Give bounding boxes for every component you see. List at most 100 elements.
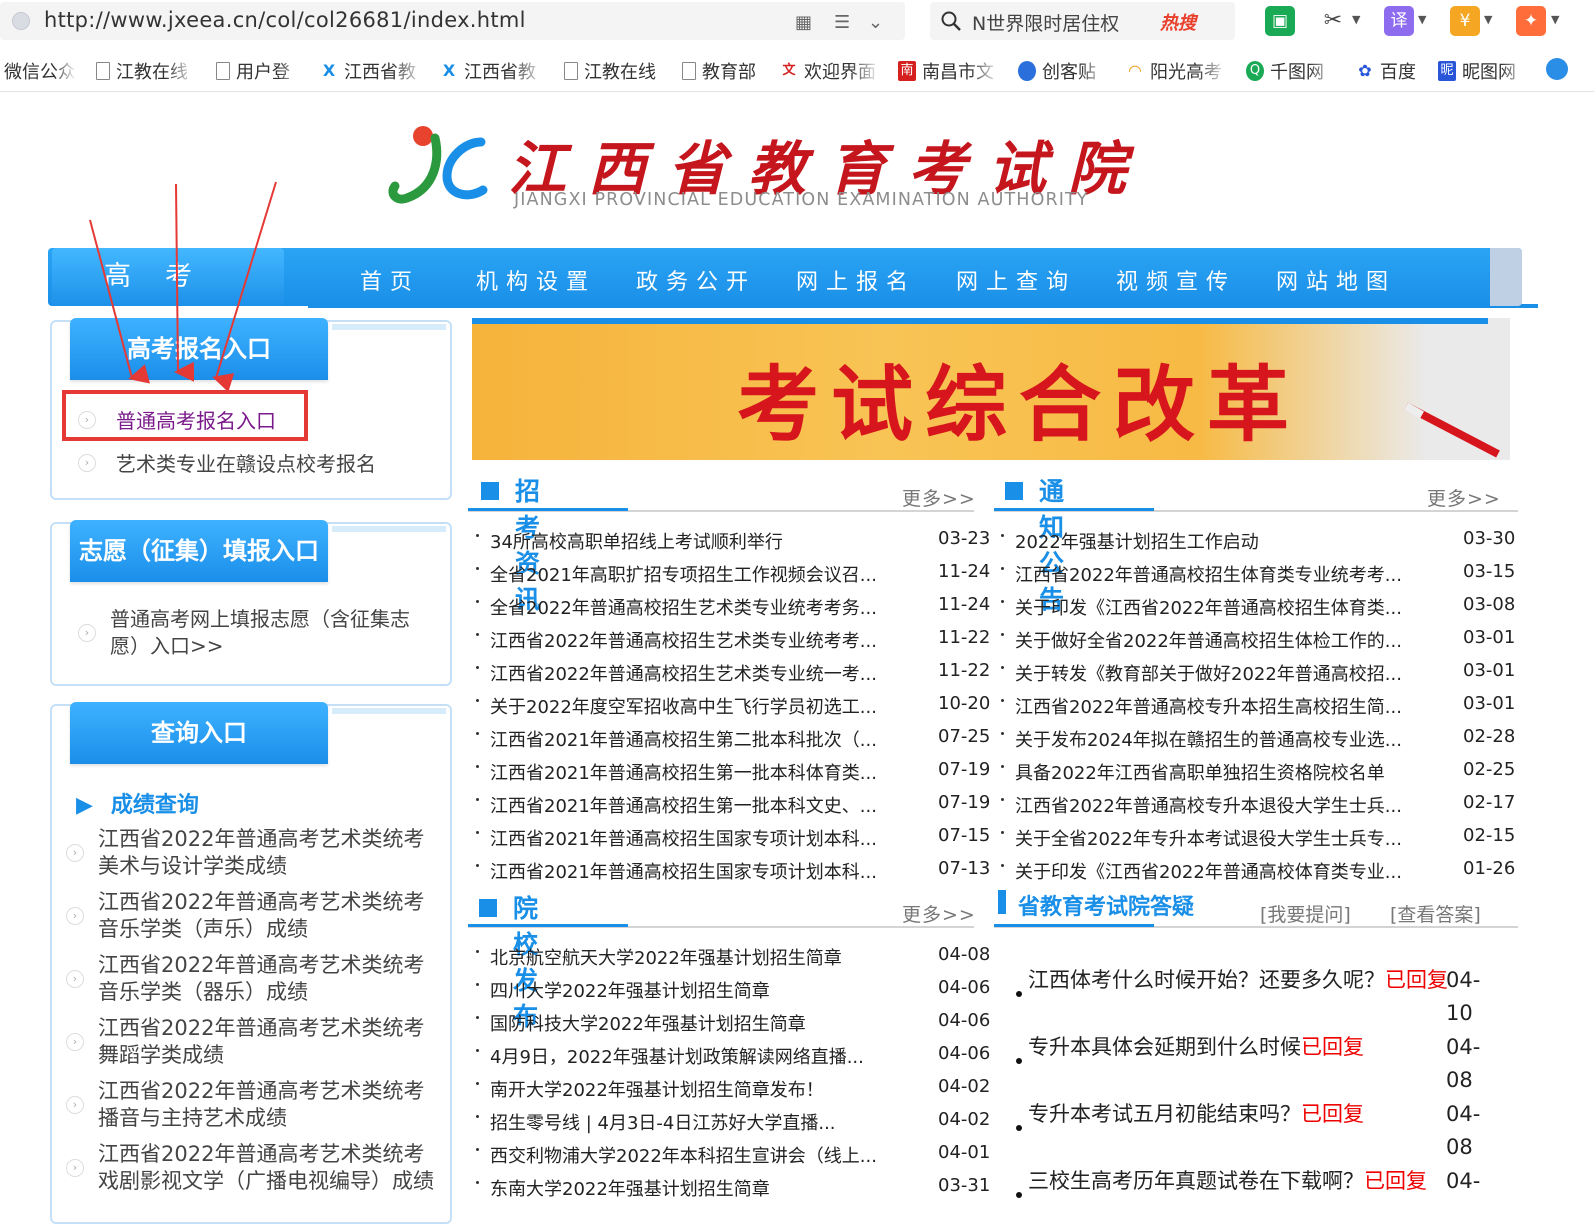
baidu-paw-icon: ✿	[1358, 61, 1372, 80]
bookmark-item[interactable]: ✿ 百度	[1356, 58, 1416, 84]
qa-question-text[interactable]: 江西体考什么时候开始？还要多久呢？	[1028, 968, 1385, 992]
score-query-label[interactable]: 江西省2022年普通高考艺术类统考舞蹈学类成绩	[98, 1015, 442, 1069]
score-query-label[interactable]: 江西省2022年普通高考艺术类统考播音与主持艺术成绩	[98, 1078, 442, 1132]
bookmark-item[interactable]: 江教在线	[564, 58, 656, 84]
reader-extension-icon[interactable]: ▣	[1265, 6, 1295, 36]
volunteer-link[interactable]: › 普通高考网上填报志愿（含征集志愿）入口>>	[78, 606, 430, 660]
chevron-down-icon[interactable]: ⌄	[868, 12, 883, 33]
hot-search-label[interactable]: 热搜	[1160, 9, 1196, 35]
qa-question[interactable]: 专升本考试五月初能结束吗？已回复	[1028, 1098, 1448, 1131]
news-title[interactable]: 招生零号线 | 4月3日-4日江苏好大学直播...	[490, 1109, 836, 1135]
news-title[interactable]: 关于印发《江西省2022年普通高校招生体育类...	[1015, 594, 1402, 620]
news-title[interactable]: 全省2021年高职扩招专项招生工作视频会议召...	[490, 561, 877, 587]
translate-icon[interactable]: 译	[1384, 6, 1414, 36]
nav-sitemap[interactable]: 网站地图	[1276, 264, 1396, 296]
news-title[interactable]: 江西省2021年普通高校招生第二批本科批次（...	[490, 726, 877, 752]
qa-question-text[interactable]: 专升本考试五月初能结束吗？	[1028, 1102, 1301, 1126]
news-title[interactable]: 江西省2021年普通高校招生国家专项计划本科...	[490, 858, 877, 884]
game-controller-icon[interactable]: ✦	[1516, 6, 1546, 36]
view-answer-link[interactable]: [查看答案]	[1390, 900, 1481, 927]
score-query-label[interactable]: 江西省2022年普通高考艺术类统考戏剧影视文学（广播电视编导）成绩	[98, 1141, 442, 1195]
site-info-icon[interactable]	[12, 12, 30, 30]
news-title[interactable]: 关于2022年度空军招收高中生飞行学员初选工...	[490, 693, 877, 719]
news-title[interactable]: 西交利物浦大学2022年本科招生宣讲会（线上...	[490, 1142, 877, 1168]
news-title[interactable]: 关于转发《教育部关于做好2022年普通高校招...	[1015, 660, 1402, 686]
college-more-link[interactable]: 更多>>	[902, 900, 976, 927]
bookmark-item[interactable]: 文欢迎界面	[780, 58, 880, 84]
nav-video[interactable]: 视频宣传	[1116, 264, 1236, 296]
news-title[interactable]: 2022年强基计划招生工作启动	[1015, 528, 1259, 554]
chevron-down-icon[interactable]: ▼	[1352, 13, 1360, 26]
news-title[interactable]: 东南大学2022年强基计划招生简章	[490, 1175, 770, 1201]
score-query-link[interactable]: › 江西省2022年普通高考艺术类统考舞蹈学类成绩	[66, 1015, 442, 1069]
nav-home[interactable]: 首页	[360, 264, 420, 296]
bookmark-item[interactable]: X 江西省教	[320, 58, 424, 84]
score-query-label[interactable]: 江西省2022年普通高考艺术类统考音乐学类（器乐）成绩	[98, 952, 442, 1006]
reform-banner[interactable]: 考试综合改革	[472, 318, 1510, 460]
score-query-link[interactable]: › 江西省2022年普通高考艺术类统考美术与设计学类成绩	[66, 826, 442, 880]
chevron-down-icon[interactable]: ▼	[1484, 13, 1492, 26]
ask-question-link[interactable]: [我要提问]	[1260, 900, 1351, 927]
qa-question[interactable]: 专升本具体会延期到什么时候已回复	[1028, 1031, 1448, 1064]
qa-question-text[interactable]: 专升本具体会延期到什么时候	[1028, 1035, 1301, 1059]
reader-mode-icon[interactable]: ☰	[834, 12, 850, 33]
news-title[interactable]: 关于做好全省2022年普通高校招生体检工作的...	[1015, 627, 1402, 653]
score-query-label[interactable]: 江西省2022年普通高考艺术类统考音乐学类（声乐）成绩	[98, 889, 442, 943]
news-more-link[interactable]: 更多>>	[902, 484, 976, 511]
bookmark-item[interactable]: 创客贴	[1018, 58, 1108, 84]
qa-question[interactable]: 三校生高考历年真题试卷在下载啊？已回复	[1028, 1165, 1448, 1198]
score-query-link[interactable]: › 江西省2022年普通高考艺术类统考播音与主持艺术成绩	[66, 1078, 442, 1132]
bookmark-item[interactable]: 教育部	[682, 58, 756, 84]
qr-code-icon[interactable]: ▦	[795, 12, 812, 33]
bookmark-item[interactable]: 用户登	[216, 58, 304, 84]
bookmark-item[interactable]: 微信公众	[4, 58, 76, 84]
news-title[interactable]: 江西省2022年普通高校招生体育类专业统考考...	[1015, 561, 1402, 587]
news-date: 11-24	[938, 594, 991, 615]
search-box[interactable]: N世界限时居住权 热搜	[930, 2, 1235, 40]
news-title[interactable]: 江西省2022年普通高校专升本退役大学生士兵...	[1015, 792, 1402, 818]
address-bar[interactable]: http://www.jxeea.cn/col/col26681/index.h…	[0, 2, 905, 40]
coupon-icon[interactable]: ¥	[1450, 6, 1480, 36]
scissors-icon[interactable]: ✂	[1318, 6, 1348, 36]
news-title[interactable]: 江西省2021年普通高校招生国家专项计划本科...	[490, 825, 877, 851]
news-title[interactable]: 南开大学2022年强基计划招生简章发布！	[490, 1076, 824, 1102]
nav-gov[interactable]: 政务公开	[636, 264, 756, 296]
chevron-down-icon[interactable]: ▼	[1551, 13, 1559, 26]
art-exam-registration-link[interactable]: › 艺术类专业在赣设点校考报名	[78, 448, 376, 477]
news-title[interactable]: 国防科技大学2022年强基计划招生简章	[490, 1010, 806, 1036]
chevron-down-icon[interactable]: ▼	[1418, 13, 1426, 26]
qa-question-text[interactable]: 三校生高考历年真题试卷在下载啊？	[1028, 1169, 1364, 1193]
news-title[interactable]: 关于印发《江西省2022年普通高校体育类专业...	[1015, 858, 1402, 884]
globe-icon[interactable]	[1546, 58, 1568, 80]
nav-register[interactable]: 网上报名	[796, 264, 916, 296]
url-text[interactable]: http://www.jxeea.cn/col/col26681/index.h…	[44, 8, 526, 32]
news-title[interactable]: 关于全省2022年专升本考试退役大学生士兵专...	[1015, 825, 1402, 851]
news-title[interactable]: 4月9日，2022年强基计划政策解读网络直播...	[490, 1043, 864, 1069]
search-suggestion[interactable]: N世界限时居住权	[972, 9, 1119, 36]
nav-query[interactable]: 网上查询	[956, 264, 1076, 296]
news-title[interactable]: 江西省2022年普通高校招生艺术类专业统一考...	[490, 660, 877, 686]
bookmark-item[interactable]: 江教在线	[96, 58, 196, 84]
news-title[interactable]: 江西省2021年普通高校招生第一批本科体育类...	[490, 759, 877, 785]
bookmark-item[interactable]: 昵昵图网	[1438, 58, 1528, 84]
news-title[interactable]: 北京航空航天大学2022年强基计划招生简章	[490, 944, 842, 970]
bookmark-item[interactable]: 南南昌市文	[898, 58, 1000, 84]
news-title[interactable]: 关于发布2024年拟在赣招生的普通高校专业选...	[1015, 726, 1402, 752]
score-query-label[interactable]: 江西省2022年普通高考艺术类统考美术与设计学类成绩	[98, 826, 442, 880]
news-title[interactable]: 34所高校高职单招线上考试顺利举行	[490, 528, 783, 554]
news-title[interactable]: 四川大学2022年强基计划招生简章	[490, 977, 770, 1003]
news-title[interactable]: 全省2022年普通高校招生艺术类专业统考考务...	[490, 594, 877, 620]
bookmark-item[interactable]: X 江西省教	[440, 58, 544, 84]
score-query-link[interactable]: › 江西省2022年普通高考艺术类统考戏剧影视文学（广播电视编导）成绩	[66, 1141, 442, 1195]
news-title[interactable]: 具备2022年江西省高职单独招生资格院校名单	[1015, 759, 1385, 785]
bookmark-item[interactable]: Q 千图网	[1246, 58, 1336, 84]
nav-org[interactable]: 机构设置	[476, 264, 596, 296]
news-title[interactable]: 江西省2022年普通高校招生艺术类专业统考考...	[490, 627, 877, 653]
score-query-link[interactable]: › 江西省2022年普通高考艺术类统考音乐学类（声乐）成绩	[66, 889, 442, 943]
notice-more-link[interactable]: 更多>>	[1427, 484, 1501, 511]
qa-question[interactable]: 江西体考什么时候开始？还要多久呢？已回复	[1028, 964, 1448, 997]
news-title[interactable]: 江西省2021年普通高校招生第一批本科文史、...	[490, 792, 877, 818]
news-title[interactable]: 江西省2022年普通高校专升本招生高校招生简...	[1015, 693, 1402, 719]
score-query-link[interactable]: › 江西省2022年普通高考艺术类统考音乐学类（器乐）成绩	[66, 952, 442, 1006]
bookmark-item[interactable]: ◠ 阳光高考	[1126, 58, 1228, 84]
